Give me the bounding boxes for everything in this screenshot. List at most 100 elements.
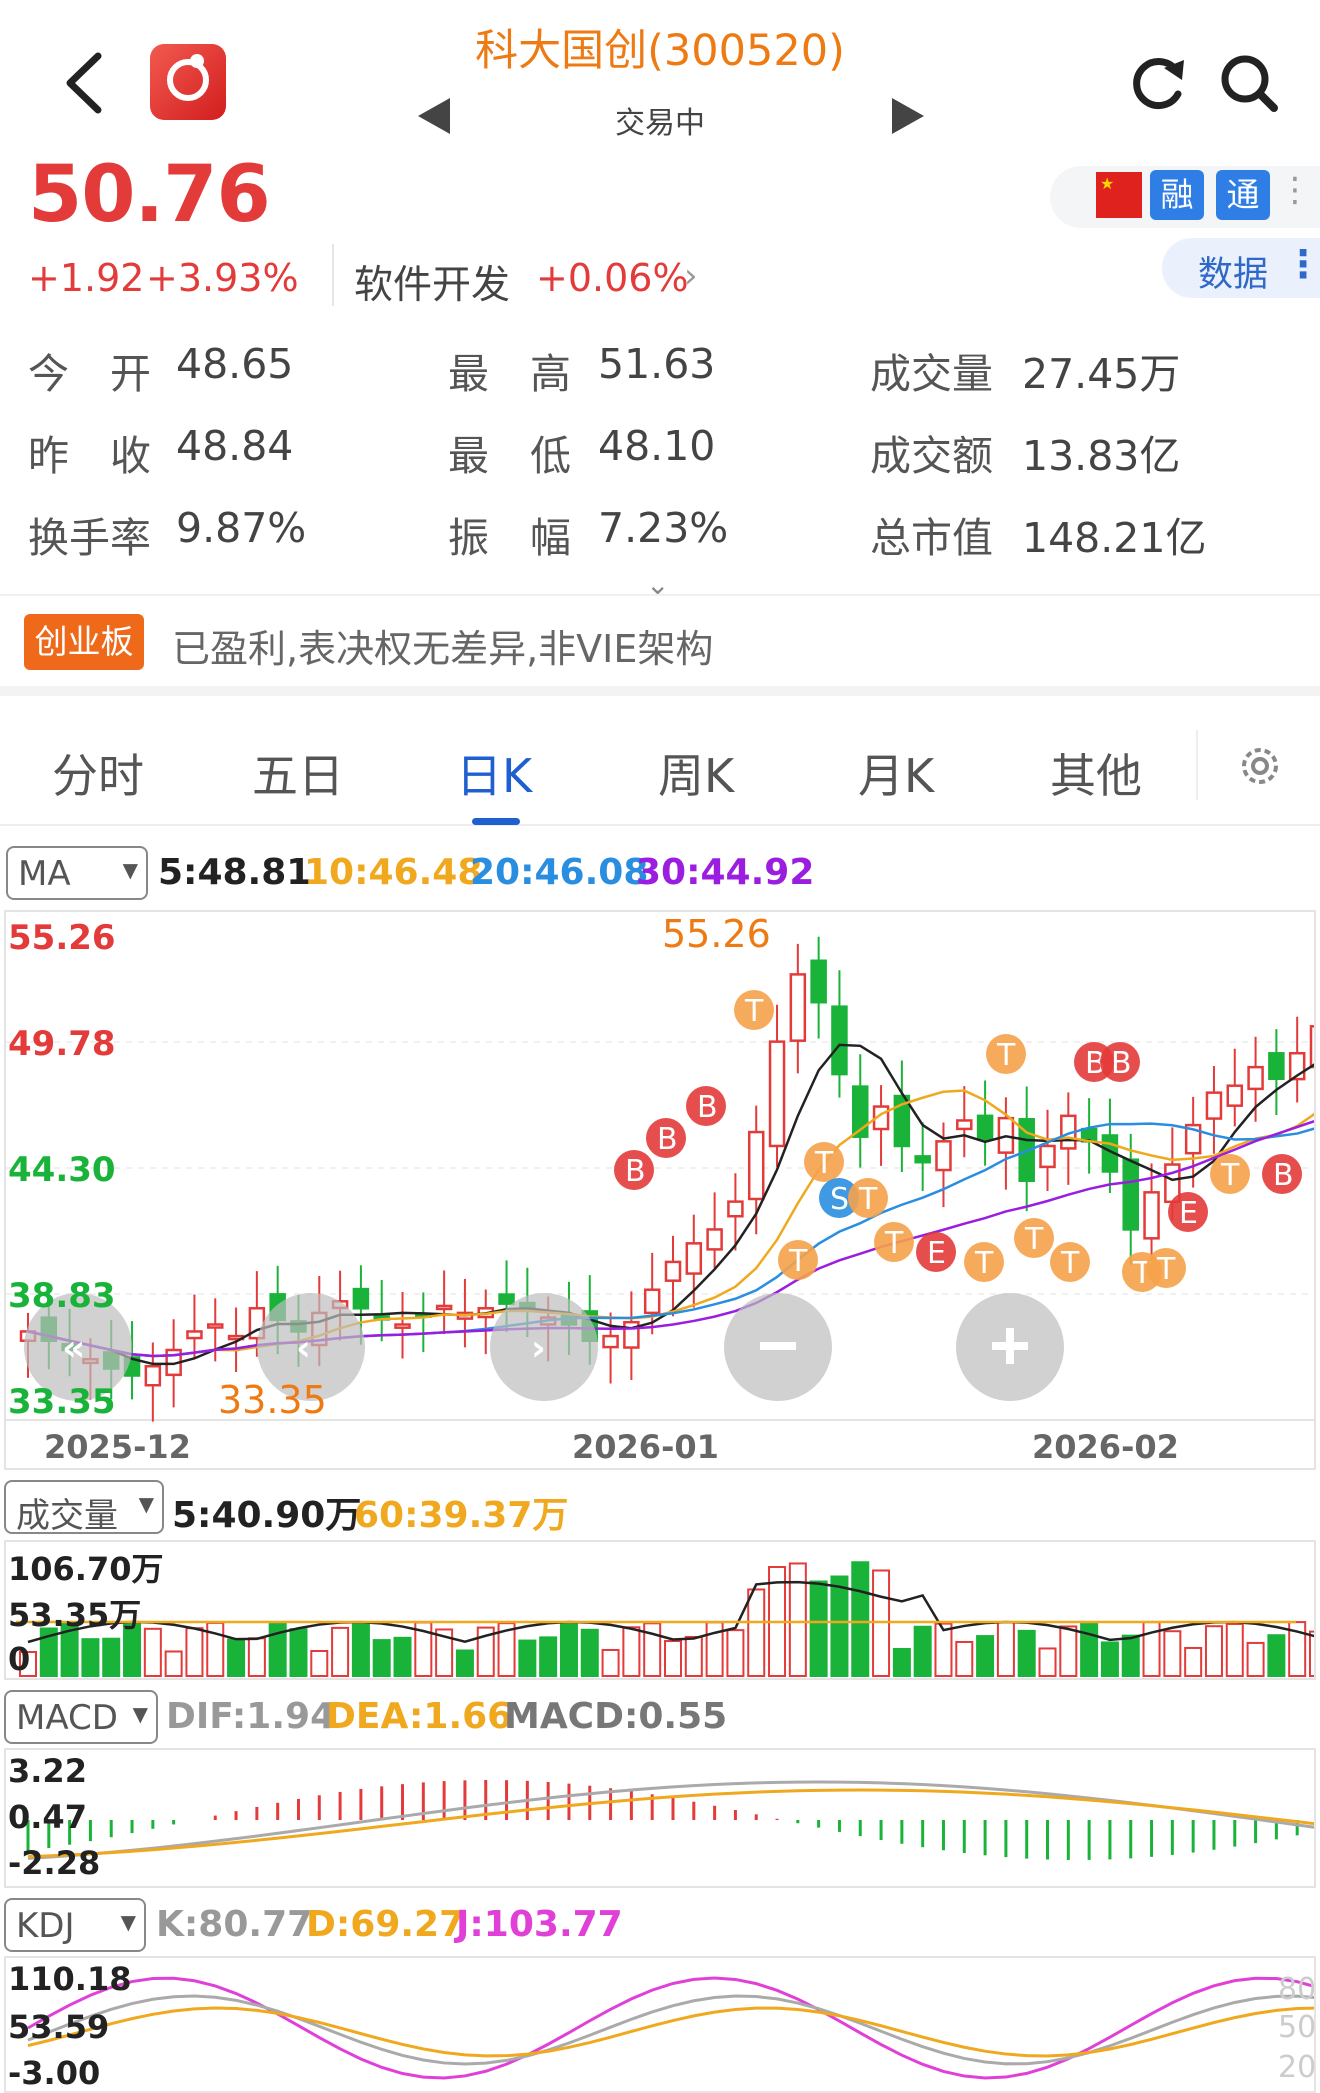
volume-bar	[601, 1648, 620, 1677]
trade-marker-label: T	[1060, 1246, 1080, 1281]
ma10-value: 10:46.48	[304, 852, 483, 893]
kdj-right-label: 80	[1278, 1972, 1317, 2007]
tab-weekly-k[interactable]: 周K	[658, 740, 734, 806]
refresh-button[interactable]	[1128, 54, 1188, 114]
macd-axis-label: -2.28	[8, 1844, 101, 1882]
trade-marker-label: T	[1220, 1158, 1240, 1193]
volume-bar	[747, 1588, 766, 1677]
svg-text:‹: ‹	[296, 1328, 311, 1369]
tab-five-day[interactable]: 五日	[252, 740, 344, 806]
dropdown-arrow-icon: ▼	[138, 1492, 154, 1516]
kdj-svg	[27, 1976, 1314, 2080]
volume-bar	[518, 1639, 537, 1677]
volume-bar	[976, 1635, 995, 1677]
volume-bar	[622, 1626, 641, 1677]
tab-intraday[interactable]: 分时	[52, 740, 144, 806]
kdj-k: K:80.77	[156, 1904, 313, 1945]
candle-body	[747, 1130, 765, 1201]
volume-bar	[539, 1636, 558, 1677]
connect-tag[interactable]: 通	[1216, 170, 1270, 220]
candle-body	[956, 1119, 973, 1131]
back-button[interactable]	[60, 50, 108, 116]
stat-label: 振 幅	[448, 514, 571, 562]
trade-marker-label: T	[814, 1146, 834, 1181]
volume-bar	[934, 1622, 953, 1677]
svg-text:›: ›	[531, 1328, 546, 1369]
more-tags-icon[interactable]: ⋮	[1278, 170, 1312, 210]
candle-body	[643, 1288, 661, 1315]
stat-label: 成交量	[870, 350, 993, 398]
kdj-indicator-select[interactable]: KDJ ▼	[4, 1898, 146, 1952]
volume-select-label: 成交量	[16, 1496, 118, 1536]
y-axis-label: 49.78	[8, 1024, 116, 1064]
stat-label: 总市值	[870, 514, 993, 562]
candle-body	[435, 1304, 453, 1311]
x-axis-label: 2026-02	[1032, 1428, 1179, 1466]
macd-axis-label: 3.22	[8, 1752, 87, 1790]
volume-bar	[1184, 1646, 1203, 1677]
trade-marker-label: B	[625, 1154, 646, 1189]
tab-monthly-k[interactable]: 月K	[858, 740, 934, 806]
tab-other[interactable]: 其他	[1050, 740, 1142, 806]
more-icon: ⋮	[1284, 242, 1320, 286]
volume-bar	[913, 1625, 932, 1677]
candle-body	[1039, 1144, 1056, 1169]
volume-bar	[1121, 1634, 1140, 1677]
macd-value: MACD:0.55	[504, 1696, 728, 1737]
volume-bar	[185, 1627, 204, 1677]
candle-body	[1309, 1025, 1314, 1069]
trade-marker-label: T	[788, 1244, 808, 1279]
stat-label: 昨 收	[28, 432, 151, 480]
volume-bar	[1267, 1634, 1286, 1677]
volume-bar	[102, 1637, 121, 1677]
macd-svg	[26, 1780, 1314, 1860]
volume-bar	[393, 1636, 412, 1677]
active-tab-indicator	[472, 818, 520, 825]
trade-marker-label: B	[697, 1090, 718, 1125]
kline-chart[interactable]: BBBTTSTTBBBTETETTTTTT « ‹ › 55.26 49.78 …	[4, 910, 1316, 1470]
volume-axis-label: 0	[8, 1640, 31, 1678]
volume-bar	[996, 1621, 1015, 1677]
sector-name[interactable]: 软件开发	[354, 254, 510, 310]
kdj-axis-label: -3.00	[8, 2054, 101, 2092]
expand-chevron-icon[interactable]: ⌄	[646, 568, 669, 601]
trade-marker-label: T	[858, 1182, 878, 1217]
board-tag: 创业板	[24, 614, 144, 670]
candle-body	[1268, 1052, 1285, 1080]
macd-chart[interactable]: 3.22 0.47 -2.28	[4, 1748, 1316, 1888]
kdj-chart[interactable]: 110.18 53.59 -3.00 80 50 20	[4, 1956, 1316, 2093]
refresh-icon	[1133, 58, 1184, 110]
candle-body	[498, 1293, 515, 1305]
chevron-right-icon[interactable]: ›	[684, 256, 698, 296]
candle-body	[935, 1140, 952, 1172]
next-stock-button[interactable]	[892, 98, 924, 134]
kdj-j-line	[27, 1976, 1314, 2080]
page-title: 科大国创(300520)	[475, 26, 845, 76]
ma-indicator-select[interactable]: MA ▼	[6, 846, 148, 900]
volume-bar	[580, 1628, 599, 1677]
candle-body	[144, 1364, 162, 1387]
data-button[interactable]: 数据 ⋮	[1162, 238, 1320, 298]
gear-icon	[1242, 748, 1278, 784]
volume-chart[interactable]: 106.70万 53.35万 0	[4, 1540, 1316, 1680]
ma-line	[27, 1043, 1314, 1366]
ma-select-label: MA	[18, 854, 71, 894]
volume-bar	[1017, 1629, 1036, 1678]
volume-bar	[1225, 1622, 1244, 1677]
kdj-j: J:103.77	[456, 1904, 623, 1945]
macd-dea: DEA:1.66	[326, 1696, 513, 1737]
kdj-axis-label: 110.18	[8, 1960, 132, 1998]
stat-value: 7.23%	[598, 504, 729, 552]
candle-body	[1122, 1158, 1139, 1231]
candle-body	[768, 1040, 786, 1148]
trade-marker-label: B	[1111, 1046, 1132, 1081]
chart-settings-button[interactable]	[1236, 742, 1284, 790]
volume-bar	[1038, 1647, 1057, 1677]
search-button[interactable]	[1218, 52, 1280, 114]
volume-bar	[559, 1621, 578, 1677]
volume-bar	[830, 1575, 849, 1678]
margin-tag[interactable]: 融	[1150, 170, 1204, 220]
tab-daily-k[interactable]: 日K	[456, 740, 532, 806]
volume-indicator-select[interactable]: 成交量 ▼	[4, 1480, 164, 1536]
macd-indicator-select[interactable]: MACD ▼	[4, 1690, 158, 1744]
